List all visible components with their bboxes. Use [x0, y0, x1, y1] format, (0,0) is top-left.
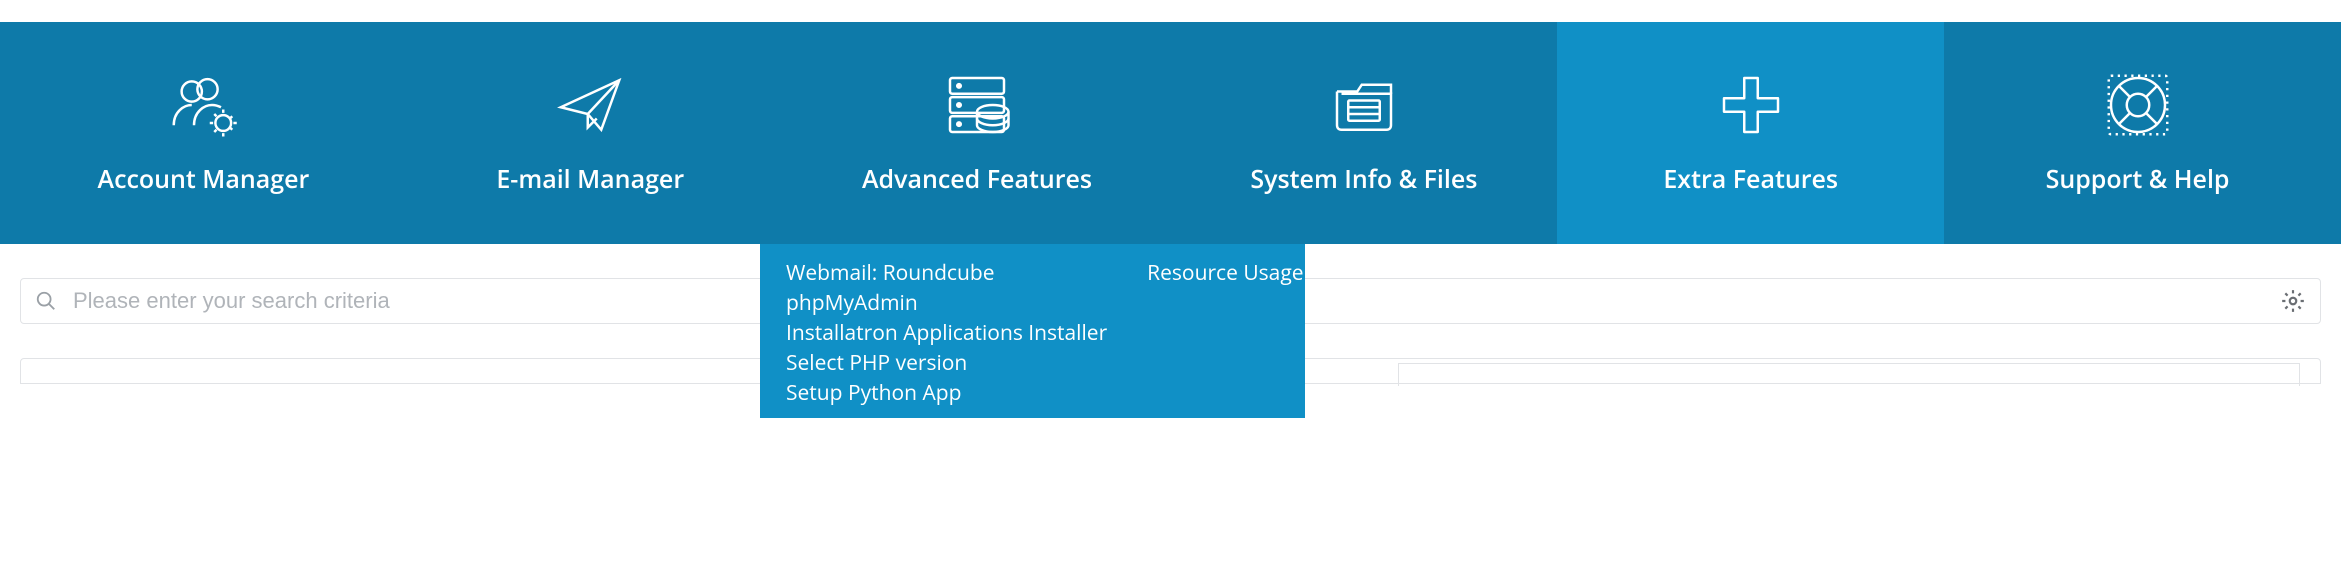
dropdown-item-select-php[interactable]: Select PHP version: [786, 348, 1107, 378]
plus-icon: [1691, 60, 1811, 150]
dropdown-item-setup-python[interactable]: Setup Python App: [786, 378, 1107, 408]
search-icon: [35, 290, 57, 312]
nav-advanced-features[interactable]: Advanced Features: [784, 22, 1171, 244]
extra-features-dropdown: Webmail: Roundcube phpMyAdmin Installatr…: [760, 244, 1305, 418]
nav-support-help[interactable]: Support & Help: [1944, 22, 2331, 244]
nav-system-info-files[interactable]: System Info & Files: [1170, 22, 1557, 244]
lifebuoy-icon: [2078, 60, 2198, 150]
gear-icon[interactable]: [2280, 288, 2306, 314]
nav-account-manager[interactable]: Account Manager: [10, 22, 397, 244]
dropdown-item-phpmyadmin[interactable]: phpMyAdmin: [786, 288, 1107, 318]
nav-label: Advanced Features: [862, 162, 1092, 196]
users-gear-icon: [143, 60, 263, 150]
nav-extra-features[interactable]: Extra Features: [1557, 22, 1944, 244]
server-database-icon: [917, 60, 1037, 150]
nav-email-manager[interactable]: E-mail Manager: [397, 22, 784, 244]
folder-files-icon: [1304, 60, 1424, 150]
dropdown-column-1: Webmail: Roundcube phpMyAdmin Installatr…: [786, 258, 1107, 408]
nav-label: E-mail Manager: [496, 162, 684, 196]
main-nav: Account Manager E-mail Manager: [0, 22, 2341, 244]
dropdown-column-2: Resource Usage: [1147, 258, 1303, 408]
dropdown-item-resource-usage[interactable]: Resource Usage: [1147, 258, 1303, 288]
top-white-strip: [0, 0, 2341, 22]
paper-plane-icon: [530, 60, 650, 150]
nav-label: Support & Help: [2046, 162, 2230, 196]
nav-label: Account Manager: [98, 162, 310, 196]
nav-label: System Info & Files: [1250, 162, 1477, 196]
dropdown-item-webmail[interactable]: Webmail: Roundcube: [786, 258, 1107, 288]
nav-label: Extra Features: [1663, 162, 1838, 196]
dropdown-item-installatron[interactable]: Installatron Applications Installer: [786, 318, 1107, 348]
